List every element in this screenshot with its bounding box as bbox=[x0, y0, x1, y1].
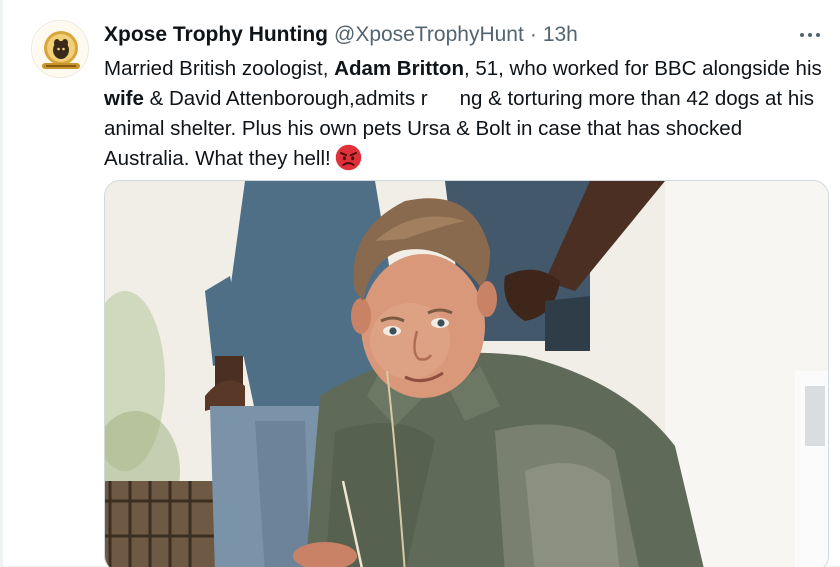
photo-man-kneeling-with-two-people-standing-behind bbox=[105, 181, 828, 567]
page: Xpose Trophy Hunting @XposeTrophyHunt · … bbox=[0, 0, 840, 567]
tweet[interactable]: Xpose Trophy Hunting @XposeTrophyHunt · … bbox=[3, 0, 840, 567]
timestamp[interactable]: 13h bbox=[543, 22, 578, 48]
tweet-text: Married British zoologist, Adam Britton,… bbox=[104, 54, 832, 174]
text-part-1: Married British zoologist, bbox=[104, 57, 335, 80]
text-bold-wife: wife bbox=[104, 87, 144, 110]
avatar[interactable] bbox=[31, 20, 89, 78]
text-part-2: , 51, who worked for BBC alongside his bbox=[463, 57, 822, 80]
trophy-hunting-logo-icon bbox=[33, 22, 88, 77]
tweet-photo[interactable] bbox=[104, 180, 829, 567]
author-handle[interactable]: @XposeTrophyHunt bbox=[334, 22, 524, 48]
angry-face-emoji bbox=[335, 144, 361, 171]
text-part-3: & David Attenborough,admits r bbox=[143, 87, 428, 110]
author-name[interactable]: Xpose Trophy Hunting bbox=[104, 22, 328, 48]
more-options-icon[interactable] bbox=[794, 24, 826, 46]
text-bold-name: Adam Britton bbox=[334, 57, 464, 80]
separator: · bbox=[529, 23, 537, 46]
tweet-header: Xpose Trophy Hunting @XposeTrophyHunt · … bbox=[104, 22, 578, 48]
redacted-word bbox=[429, 88, 458, 108]
